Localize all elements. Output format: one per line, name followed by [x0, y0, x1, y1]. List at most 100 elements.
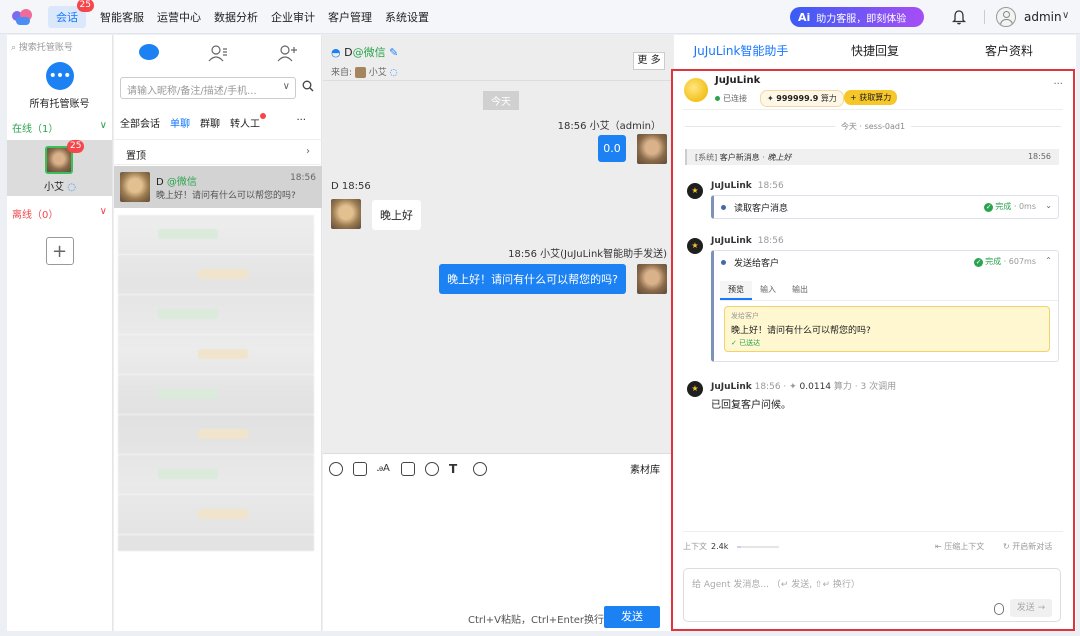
step-read-message[interactable]: 读取客户消息 ✓ 完成 · 0ms ⌄ [711, 195, 1059, 219]
agent-star-icon: ★ [687, 381, 703, 397]
assistant-tabs: JuJuLink智能助手 快捷回复 客户资料 [674, 35, 1076, 67]
nav-item-customers[interactable]: 客户管理 [328, 9, 372, 25]
tab-quick-reply[interactable]: 快捷回复 [808, 35, 942, 67]
chat-more-icon[interactable] [473, 462, 487, 476]
contact-source: @微信 [166, 177, 197, 188]
step-author: JuJuLink 18:56 [711, 181, 784, 191]
chevron-down-icon[interactable]: ∨ [283, 81, 290, 92]
ai-promo-button[interactable]: Ai 助力客服，即刻体验 [790, 7, 924, 27]
conversation-item[interactable]: D @微信 18:56 晚上好！请问有什么可以帮您的吗? [114, 166, 322, 208]
sender-avatar [637, 134, 667, 164]
nav-item-settings[interactable]: 系统设置 [385, 9, 429, 25]
chevron-down-icon[interactable]: ⌄ [1045, 201, 1052, 210]
document-icon[interactable] [353, 462, 367, 476]
agent-send-button[interactable]: 发送 → [1010, 599, 1052, 617]
filter-transfer[interactable]: 转人工 [230, 113, 266, 130]
text-icon[interactable]: T [449, 462, 463, 476]
search-icon[interactable] [302, 80, 314, 92]
font-size-icon[interactable]: ꭿA [377, 462, 391, 476]
context-bar: 上下文 2.4k ⇤ 压缩上下文 ↻ 开启新对话 [683, 541, 1063, 552]
final-meta: JuJuLink 18:56 · ✦ 0.0114 算力 · 3 次调用 [711, 382, 897, 392]
subtab-preview[interactable]: 预览 [720, 281, 752, 300]
chat-bubble-icon: ◓ [331, 46, 341, 59]
account-search-input[interactable]: ⌕ 搜索托管账号 [11, 40, 108, 54]
message-bubble-outgoing: 晚上好！请问有什么可以帮您的吗? [439, 264, 626, 294]
filter-all[interactable]: 全部会话 [120, 115, 160, 130]
chevron-down-icon[interactable]: ∨ [1062, 10, 1069, 21]
nav-item-analytics[interactable]: 数据分析 [214, 9, 258, 25]
user-avatar[interactable] [996, 7, 1016, 27]
user-card-icon[interactable] [425, 462, 439, 476]
get-credit-button[interactable]: + 获取算力 [844, 90, 898, 105]
chat-bubble-icon[interactable] [138, 44, 159, 62]
filter-group[interactable]: 群聊 [200, 115, 220, 130]
check-icon: ✓ [974, 258, 984, 267]
online-section-toggle[interactable]: 在线（1） ∨ [7, 120, 112, 135]
nav-badge: 25 [76, 0, 94, 12]
conversation-search-input[interactable]: 请输入昵称/备注/描述/手机... ∨ [120, 77, 296, 99]
subtab-output[interactable]: 输出 [784, 281, 816, 300]
pinned-section[interactable]: 置顶 › [114, 139, 322, 165]
add-contact-icon[interactable] [277, 44, 297, 62]
step-duration: 0ms [1018, 202, 1036, 211]
subtab-input[interactable]: 输入 [752, 281, 784, 300]
all-accounts-button[interactable]: ••• [45, 62, 74, 90]
emoji-icon[interactable] [329, 462, 343, 476]
more-button[interactable]: 更 多 [633, 52, 665, 70]
bell-icon[interactable] [952, 9, 966, 25]
system-label: 客户新消息 [719, 153, 760, 162]
step-time: 18:56 [757, 181, 784, 191]
agent-message-input[interactable]: 给 Agent 发消息... （↵ 发送, ⇧↵ 换行） 发送 → [683, 568, 1061, 622]
message-preview-card: 发给客户 晚上好！请问有什么可以帮您的吗? ✓ 已送达 [724, 306, 1050, 352]
add-account-button[interactable]: + [45, 237, 74, 265]
conversation-panel: 请输入昵称/备注/描述/手机... ∨ 全部会话 单聊 群聊 转人工 ··· 置… [114, 35, 322, 631]
nav-item-operations[interactable]: 运营中心 [157, 9, 201, 25]
account-name: 小艾 ◌ [7, 178, 113, 193]
step-author-name: JuJuLink [711, 236, 752, 246]
nav-item-audit[interactable]: 企业审计 [271, 9, 315, 25]
from-name: 小艾 [368, 68, 387, 78]
account-search-placeholder: 搜索托管账号 [18, 43, 73, 53]
more-icon[interactable]: ··· [296, 115, 306, 126]
compress-context-button[interactable]: ⇤ 压缩上下文 [935, 541, 984, 552]
send-button[interactable]: 发送 [604, 606, 660, 628]
contact-name-text: D [156, 177, 164, 188]
nav-item-sessions[interactable]: 会话 25 [48, 0, 94, 28]
unread-badge: 25 [67, 140, 85, 153]
agent-star-icon: ★ [687, 183, 703, 199]
step-time: 18:56 [757, 236, 784, 246]
chevron-right-icon: › [306, 146, 310, 157]
contacts-icon[interactable] [208, 44, 228, 62]
image-icon[interactable] [401, 462, 415, 476]
tab-customer-profile[interactable]: 客户资料 [942, 35, 1076, 67]
chat-status-icon: ◌ [389, 68, 398, 78]
step-send-to-customer[interactable]: 发送给客户 ✓ 完成 · 607ms ⌃ 预览 输入 输出 发给客户 晚上好！请问… [711, 250, 1059, 362]
new-conversation-button[interactable]: ↻ 开启新对话 [1003, 541, 1052, 552]
filter-single[interactable]: 单聊 [170, 115, 190, 130]
nav-item-ai-service[interactable]: 智能客服 [100, 9, 144, 25]
ai-icon: Ai [798, 10, 811, 24]
compress-label: 压缩上下文 [944, 542, 985, 551]
step-subtabs: 预览 输入 输出 [720, 281, 1058, 301]
more-icon[interactable]: ··· [1053, 79, 1063, 90]
tab-assistant[interactable]: JuJuLink智能助手 [674, 35, 808, 67]
user-name[interactable]: admin [1024, 10, 1062, 24]
app-logo [10, 7, 36, 27]
account-item[interactable]: 25 小艾 ◌ [7, 140, 112, 196]
message-meta: D 18:56 [331, 181, 371, 192]
material-library-button[interactable]: 素材库 [630, 461, 660, 476]
connection-status: 已连接 [715, 93, 747, 104]
edit-icon[interactable]: ✎ [389, 46, 398, 59]
offline-section-toggle[interactable]: 离线（0） ∨ [7, 206, 112, 221]
step-title: 读取客户消息 ✓ 完成 · 0ms ⌄ [714, 196, 1058, 218]
credit-badge: ✦ 999999.9 算力 [760, 90, 844, 107]
attachment-icon[interactable] [994, 603, 1004, 615]
final-time: 18:56 [754, 382, 781, 392]
conversation-preview: 晚上好！请问有什么可以帮您的吗? [156, 191, 296, 201]
new-conversation-label: 开启新对话 [1012, 542, 1053, 551]
assistant-session: JuJuLink 已连接 ✦ 999999.9 算力 + 获取算力 ··· 今天… [671, 69, 1075, 631]
credit-value: 999999.9 [776, 94, 819, 103]
assistant-panel: JuJuLink智能助手 快捷回复 客户资料 JuJuLink 已连接 ✦ 99… [671, 35, 1076, 631]
chevron-up-icon[interactable]: ⌃ [1045, 256, 1052, 265]
system-prefix: [系统] [695, 153, 718, 162]
